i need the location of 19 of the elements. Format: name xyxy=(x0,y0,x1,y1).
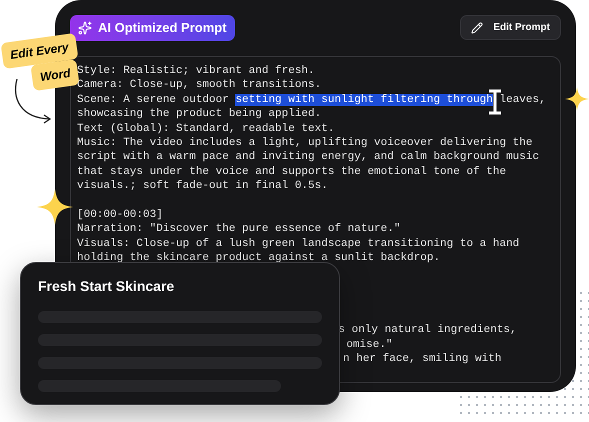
prompt-line: Narration: "Discover the pure essence of nature." xyxy=(77,222,400,237)
prompt-line: Music: The video includes a light, uplifting voiceover delivering the xyxy=(77,136,532,150)
prompt-line: Visuals: Close-up of a lush green landscape transitioning to a hand xyxy=(77,236,520,252)
card-title: Fresh Start Skincare xyxy=(38,277,176,295)
edit-prompt-button[interactable]: Edit Prompt xyxy=(460,15,561,40)
prompt-line: script with a warm pace and inviting energy, and calm background music xyxy=(77,150,540,165)
prompt-line: [00:00-00:03] xyxy=(77,208,163,222)
sparkle-icon xyxy=(565,86,589,112)
prompt-line: omise." xyxy=(346,338,393,351)
pencil-icon xyxy=(471,22,484,34)
prompt-line: n her face, smiling with xyxy=(343,353,502,366)
prompt-line: Scene: A serene outdoor setting with sunlight filtering through leaves, xyxy=(77,92,546,108)
prompt-line: visuals.; soft fade-out in final 0.5s. xyxy=(77,179,328,194)
prompt-line: that stays under the voice and supports the emotional tone of the xyxy=(77,164,506,180)
ai-badge: AI Optimized Prompt xyxy=(70,15,235,41)
prompt-line: Text (Global): Standard, readable text. xyxy=(77,122,334,136)
prompt-line: holding the skincare product against a sunlit backdrop. xyxy=(77,251,440,266)
prompt-line: showcasing the product being applied. xyxy=(77,107,322,122)
sparkle-icon xyxy=(78,21,92,35)
